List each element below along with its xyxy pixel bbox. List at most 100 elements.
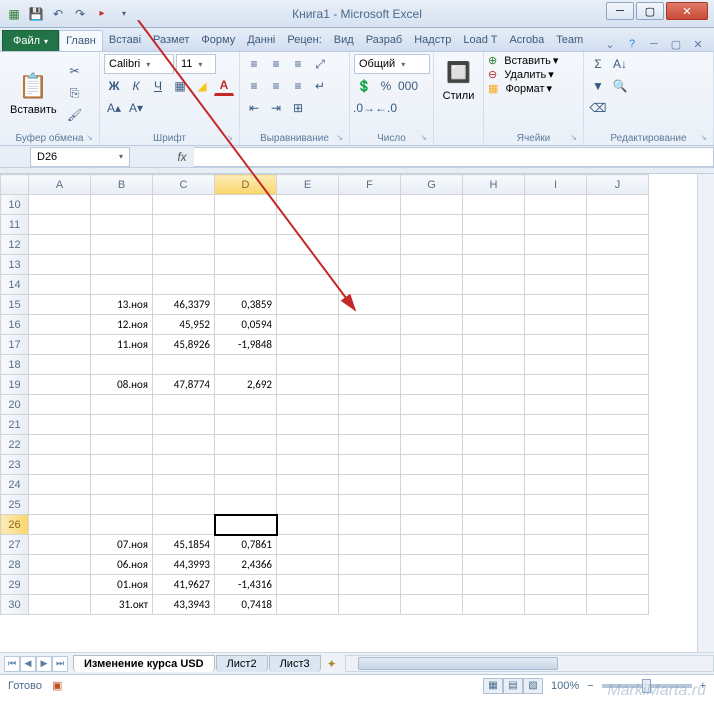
sort-filter-icon[interactable]: A↓ [610,54,630,74]
cell[interactable] [339,195,401,215]
cell[interactable] [29,375,91,395]
cell[interactable] [29,415,91,435]
cell[interactable] [587,375,649,395]
cell[interactable] [29,255,91,275]
cell[interactable] [401,215,463,235]
cell[interactable] [339,335,401,355]
cell[interactable] [401,515,463,535]
cell[interactable] [525,475,587,495]
cell[interactable] [339,455,401,475]
cell[interactable] [153,515,215,535]
cell[interactable] [401,555,463,575]
cell[interactable] [91,475,153,495]
cell[interactable] [339,535,401,555]
cell[interactable] [587,335,649,355]
cell[interactable] [463,355,525,375]
copy-icon[interactable]: ⎘ [65,83,85,103]
cell[interactable] [339,315,401,335]
cell[interactable] [153,455,215,475]
font-name-combo[interactable]: Calibri▾ [104,54,174,74]
cell[interactable] [525,455,587,475]
cell[interactable] [525,395,587,415]
column-header[interactable]: G [401,175,463,195]
zoom-out-icon[interactable]: − [587,680,593,692]
cell[interactable] [91,415,153,435]
cell[interactable] [587,315,649,335]
fill-color-icon[interactable]: ◢ [192,76,212,96]
cell[interactable] [525,355,587,375]
cell[interactable] [277,255,339,275]
row-header[interactable]: 17 [1,335,29,355]
cell[interactable] [463,495,525,515]
cell[interactable] [29,475,91,495]
underline-button[interactable]: Ч [148,76,168,96]
column-header[interactable]: I [525,175,587,195]
cell[interactable] [277,535,339,555]
cell[interactable] [215,475,277,495]
cell[interactable] [525,575,587,595]
row-header[interactable]: 20 [1,395,29,415]
cell[interactable] [339,375,401,395]
cell[interactable] [277,395,339,415]
mdi-min-icon[interactable]: ─ [646,38,662,51]
cell[interactable] [587,435,649,455]
cell[interactable] [29,275,91,295]
cell[interactable] [29,215,91,235]
decrease-decimal-icon[interactable]: ←.0 [376,98,396,118]
cell[interactable] [525,235,587,255]
cell[interactable] [277,275,339,295]
qat-dropdown-icon[interactable]: ▾ [114,4,134,24]
merge-icon[interactable]: ⊞ [288,98,308,118]
cut-icon[interactable]: ✂ [65,61,85,81]
cell[interactable] [525,595,587,615]
row-header[interactable]: 16 [1,315,29,335]
cell[interactable] [339,495,401,515]
ribbon-tab[interactable]: Рецен: [281,30,327,51]
cell[interactable] [525,535,587,555]
autosum-icon[interactable]: Σ [588,54,608,74]
cell[interactable] [91,355,153,375]
redo-icon[interactable]: ↷ [70,4,90,24]
cell[interactable] [587,235,649,255]
cell[interactable] [401,315,463,335]
percent-icon[interactable]: % [376,76,396,96]
sheet-tab[interactable]: Лист3 [269,655,321,672]
cell[interactable] [587,215,649,235]
cell[interactable]: 0,7861 [215,535,277,555]
sheet-nav-last-icon[interactable]: ⏭ [52,656,68,672]
row-header[interactable]: 18 [1,355,29,375]
undo-icon[interactable]: ↶ [48,4,68,24]
column-header[interactable]: A [29,175,91,195]
cell[interactable] [463,375,525,395]
cell[interactable] [587,555,649,575]
cell[interactable] [525,315,587,335]
file-tab[interactable]: Файл▾ [2,30,59,51]
cell[interactable] [29,195,91,215]
cell[interactable] [277,435,339,455]
cell[interactable] [401,275,463,295]
cell[interactable] [29,455,91,475]
cell[interactable] [153,355,215,375]
cell[interactable] [463,595,525,615]
cell[interactable]: 13.ноя [91,295,153,315]
cell[interactable] [525,435,587,455]
cell[interactable]: 46,3379 [153,295,215,315]
cell[interactable]: 45,8926 [153,335,215,355]
increase-font-icon[interactable]: A▴ [104,98,124,118]
close-button[interactable]: ✕ [666,2,708,20]
column-header[interactable]: E [277,175,339,195]
row-header[interactable]: 26 [1,515,29,535]
ribbon-tab[interactable]: Team [550,30,589,51]
cell[interactable] [153,195,215,215]
save-icon[interactable]: 💾 [26,4,46,24]
cell[interactable] [215,515,277,535]
column-header[interactable]: B [91,175,153,195]
cell[interactable] [339,555,401,575]
cell[interactable] [587,515,649,535]
cell[interactable] [91,455,153,475]
cell[interactable] [91,215,153,235]
cell[interactable] [587,455,649,475]
row-header[interactable]: 15 [1,295,29,315]
ribbon-tab[interactable]: Разраб [360,30,409,51]
help-icon[interactable]: ? [624,38,640,51]
